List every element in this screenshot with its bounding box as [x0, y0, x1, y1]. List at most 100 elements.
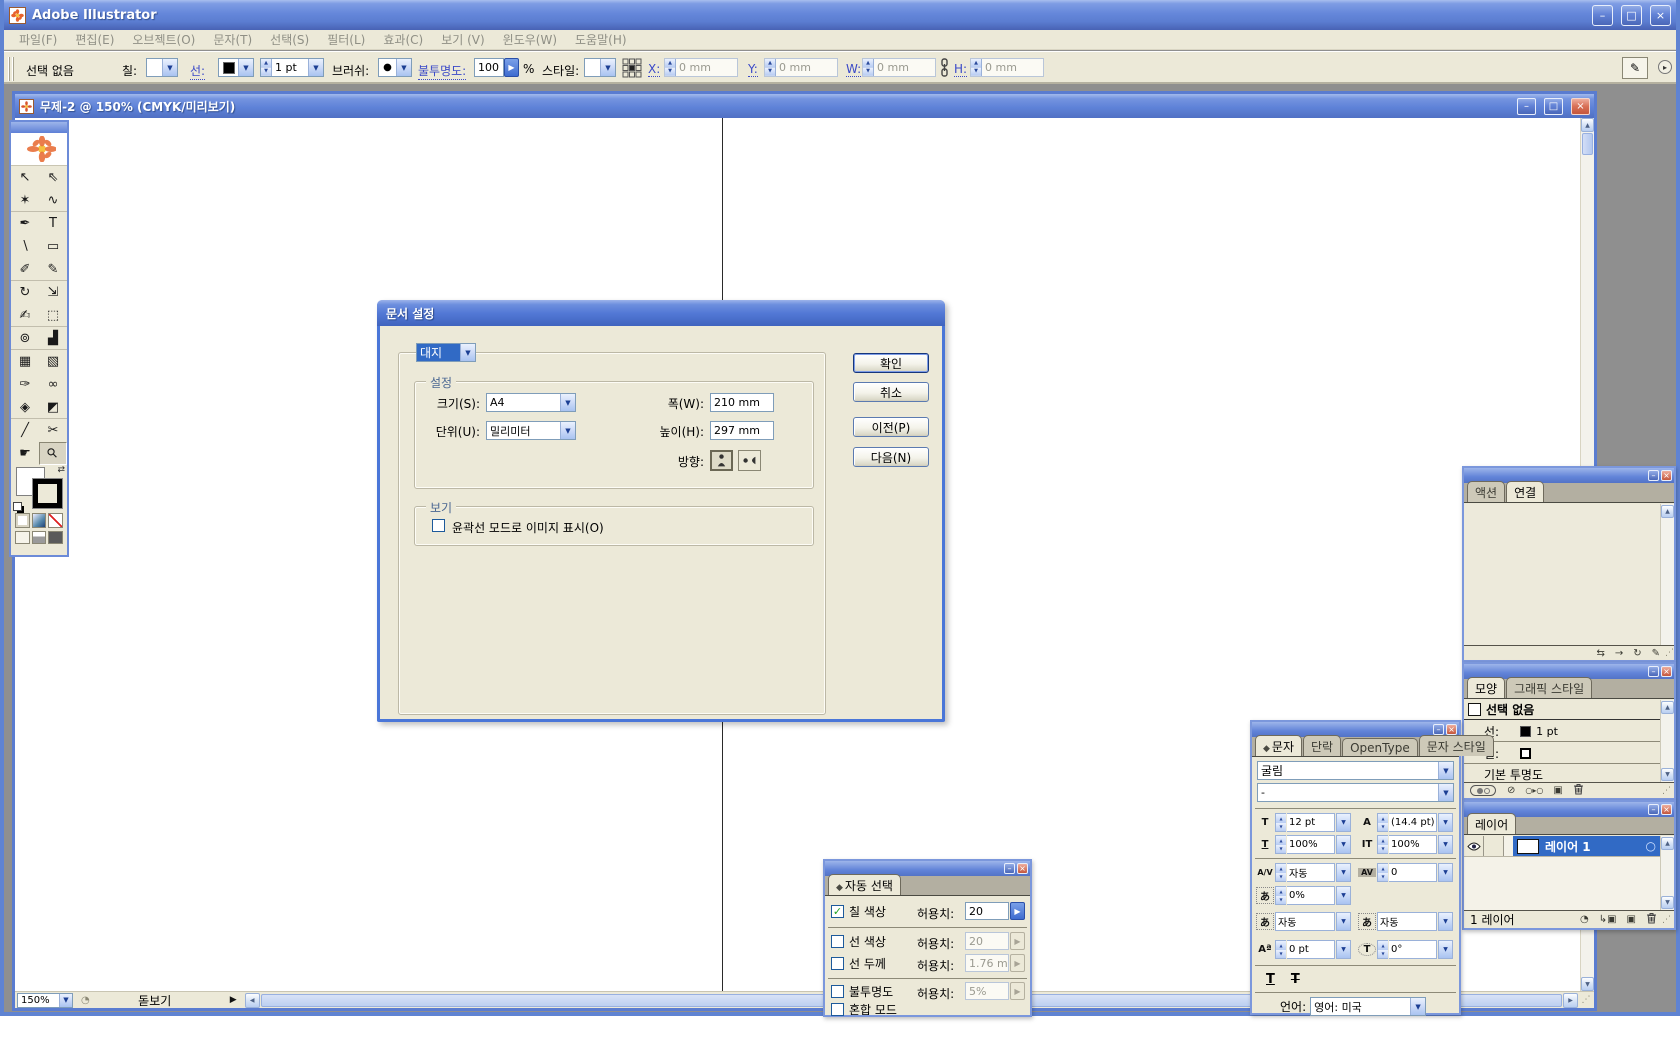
cancel-button[interactable]: 취소 [853, 382, 929, 402]
menu-effect[interactable]: 효과(C) [374, 31, 432, 48]
mesh-tool[interactable]: ▦ [11, 350, 39, 373]
trash-icon[interactable] [1646, 912, 1657, 927]
layers-scrollbar[interactable]: ▲ ▼ [1660, 836, 1674, 910]
scroll-up-button[interactable]: ▲ [1661, 837, 1674, 850]
pencil-tool[interactable]: ✎ [39, 258, 67, 281]
chevron-down-icon[interactable]: ▼ [1336, 863, 1351, 882]
tab-links[interactable]: 연결 [1506, 481, 1544, 502]
window-resize-grip[interactable]: ⋰ [1578, 995, 1594, 1005]
menu-object[interactable]: 오브젝트(O) [123, 31, 204, 48]
font-family-dropdown[interactable]: 굴림 ▼ [1257, 761, 1454, 780]
character-rotation-control[interactable]: T ▲▼ 0° ▼ [1358, 940, 1453, 959]
close-button[interactable]: × [1650, 5, 1671, 26]
kerning-value[interactable]: 자동 [1287, 863, 1335, 882]
scroll-up-button[interactable]: ▲ [1581, 118, 1594, 132]
opacity-label[interactable]: 불투명도: [418, 62, 466, 80]
layer-target-icon[interactable]: ○ [1646, 839, 1656, 853]
width-input[interactable]: 210 mm [710, 393, 774, 412]
scale-tool[interactable]: ⇲ [39, 281, 67, 304]
zoom-level-dropdown[interactable]: 150% ▼ [17, 993, 73, 1008]
y-label[interactable]: Y: [748, 62, 758, 77]
menu-file[interactable]: 파일(F) [10, 31, 66, 48]
palette-close-button[interactable]: × [1661, 804, 1672, 815]
menu-view[interactable]: 보기 (V) [432, 31, 493, 48]
menu-edit[interactable]: 편집(E) [66, 31, 123, 48]
character-rotation-stepper[interactable]: ▲▼ [1377, 940, 1388, 959]
scroll-right-button[interactable]: ▶ [1563, 993, 1578, 1008]
chevron-down-icon[interactable]: ▼ [560, 394, 575, 411]
chevron-down-icon[interactable]: ▼ [1438, 762, 1453, 779]
chevron-down-icon[interactable]: ▼ [1438, 784, 1453, 801]
aki-right-control[interactable]: あ 자동 ▼ [1358, 912, 1453, 931]
swap-fill-stroke-icon[interactable]: ⇄ [57, 465, 65, 475]
palette-close-button[interactable]: × [1446, 724, 1457, 735]
prev-button[interactable]: 이전(P) [853, 417, 929, 437]
chevron-down-icon[interactable]: ▼ [600, 59, 615, 76]
ok-button[interactable]: 확인 [853, 353, 929, 373]
tsume-control[interactable]: あ ▲▼ 0% ▼ [1256, 886, 1351, 905]
chevron-down-icon[interactable]: ▼ [1438, 940, 1453, 959]
dialog-titlebar[interactable]: 문서 설정 [377, 300, 945, 326]
fullscreen-mode-button[interactable] [48, 531, 63, 544]
y-stepper[interactable]: ▲▼ [765, 59, 776, 76]
chevron-down-icon[interactable]: ▼ [560, 422, 575, 439]
gradient-tool[interactable]: ▧ [39, 350, 67, 373]
aki-left-value[interactable]: 자동 [1275, 912, 1335, 931]
stroke-weight-control[interactable]: ▲▼ 1 pt ▼ [260, 58, 324, 77]
font-size-value[interactable]: 12 pt [1287, 813, 1335, 832]
chevron-down-icon[interactable]: ▼ [1438, 813, 1453, 832]
tab-graphic-styles[interactable]: 그래픽 스타일 [1506, 677, 1592, 698]
eyedropper-tool[interactable]: ✑ [11, 373, 39, 396]
direct-selection-tool[interactable]: ⇖ [39, 166, 67, 189]
edit-original-icon[interactable]: ✎ [1652, 648, 1660, 659]
h-input[interactable]: ▲▼ 0 mm [970, 58, 1044, 77]
scroll-left-button[interactable]: ◀ [245, 993, 260, 1008]
palette-close-button[interactable]: × [1661, 666, 1672, 677]
stroke-weight-value[interactable]: 1 pt [272, 59, 308, 76]
standard-screen-mode-button[interactable] [15, 531, 30, 544]
outline-mode-checkbox[interactable] [432, 519, 445, 532]
fill-color-dropdown[interactable]: ▼ [146, 58, 178, 77]
palette-minimize-button[interactable]: – [1433, 724, 1444, 735]
palette-resize-grip[interactable]: ⋰ [1665, 648, 1674, 658]
stroke-color-dropdown[interactable]: ▼ [218, 58, 254, 77]
tab-layers[interactable]: 레이어 [1467, 813, 1516, 834]
horizontal-scale-value[interactable]: 100% [1389, 835, 1437, 854]
chevron-down-icon[interactable]: ▼ [1336, 835, 1351, 854]
scroll-up-button[interactable]: ▲ [1661, 505, 1674, 518]
new-art-appearance-button[interactable] [1470, 785, 1496, 796]
strikethrough-button[interactable]: T [1291, 972, 1300, 987]
chevron-down-icon[interactable]: ▼ [1438, 863, 1453, 882]
vertical-scale-control[interactable]: T ▲▼ 100% ▼ [1256, 835, 1351, 854]
vertical-scroll-thumb[interactable] [1582, 133, 1593, 155]
kerning-control[interactable]: A/V ▲▼ 자동 ▼ [1256, 863, 1351, 882]
paintbrush-tool[interactable]: ✐ [11, 258, 39, 281]
fill-tolerance-input[interactable]: 20 [965, 902, 1009, 920]
status-popup-arrow-icon[interactable]: ▶ [230, 995, 237, 1005]
w-label[interactable]: W: [846, 62, 861, 77]
links-list[interactable] [1464, 504, 1674, 645]
rectangle-tool[interactable]: ▭ [39, 235, 67, 258]
chevron-down-icon[interactable]: ▼ [59, 994, 72, 1007]
baseline-shift-stepper[interactable]: ▲▼ [1275, 940, 1286, 959]
baseline-shift-value[interactable]: 0 pt [1287, 940, 1335, 959]
opacity-input[interactable]: 100 [474, 58, 504, 77]
toolbox-titlebar[interactable] [11, 122, 67, 133]
y-input[interactable]: ▲▼ 0 mm [764, 58, 838, 77]
fill-tolerance-popup[interactable]: ▶ [1010, 902, 1025, 920]
live-paint-selection-tool[interactable]: ◩ [39, 396, 67, 419]
chevron-down-icon[interactable]: ▼ [460, 344, 475, 361]
next-button[interactable]: 다음(N) [853, 447, 929, 467]
link-dimensions-icon[interactable] [940, 58, 949, 81]
scroll-down-button[interactable]: ▼ [1661, 896, 1674, 909]
x-stepper[interactable]: ▲▼ [665, 59, 676, 76]
lasso-tool[interactable]: ∿ [39, 189, 67, 212]
tsume-value[interactable]: 0% [1287, 886, 1335, 905]
font-style-dropdown[interactable]: - ▼ [1257, 783, 1454, 802]
landscape-orientation-button[interactable] [738, 450, 761, 471]
w-input[interactable]: ▲▼ 0 mm [862, 58, 936, 77]
palette-close-button[interactable]: × [1661, 470, 1672, 481]
vertical-scale-stepper[interactable]: ▲▼ [1275, 835, 1286, 854]
tracking-control[interactable]: AV ▲▼ 0 ▼ [1358, 863, 1453, 882]
tracking-value[interactable]: 0 [1389, 863, 1437, 882]
